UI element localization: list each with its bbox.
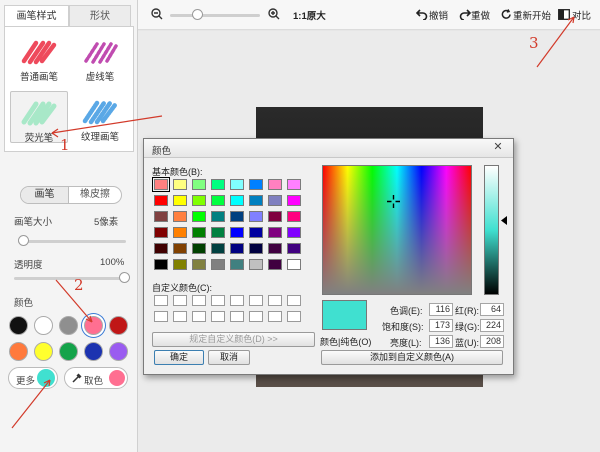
annotation-arrow-3 [536,16,575,68]
annotation-arrow-1 [51,115,163,134]
annotation-2: 2 [74,276,84,294]
annotation-arrow-4 [11,379,51,429]
annotation-1: 1 [60,136,70,154]
annotation-arrows [11,16,575,429]
arrowhead-icon [567,16,575,24]
annotation-3: 3 [529,34,539,52]
